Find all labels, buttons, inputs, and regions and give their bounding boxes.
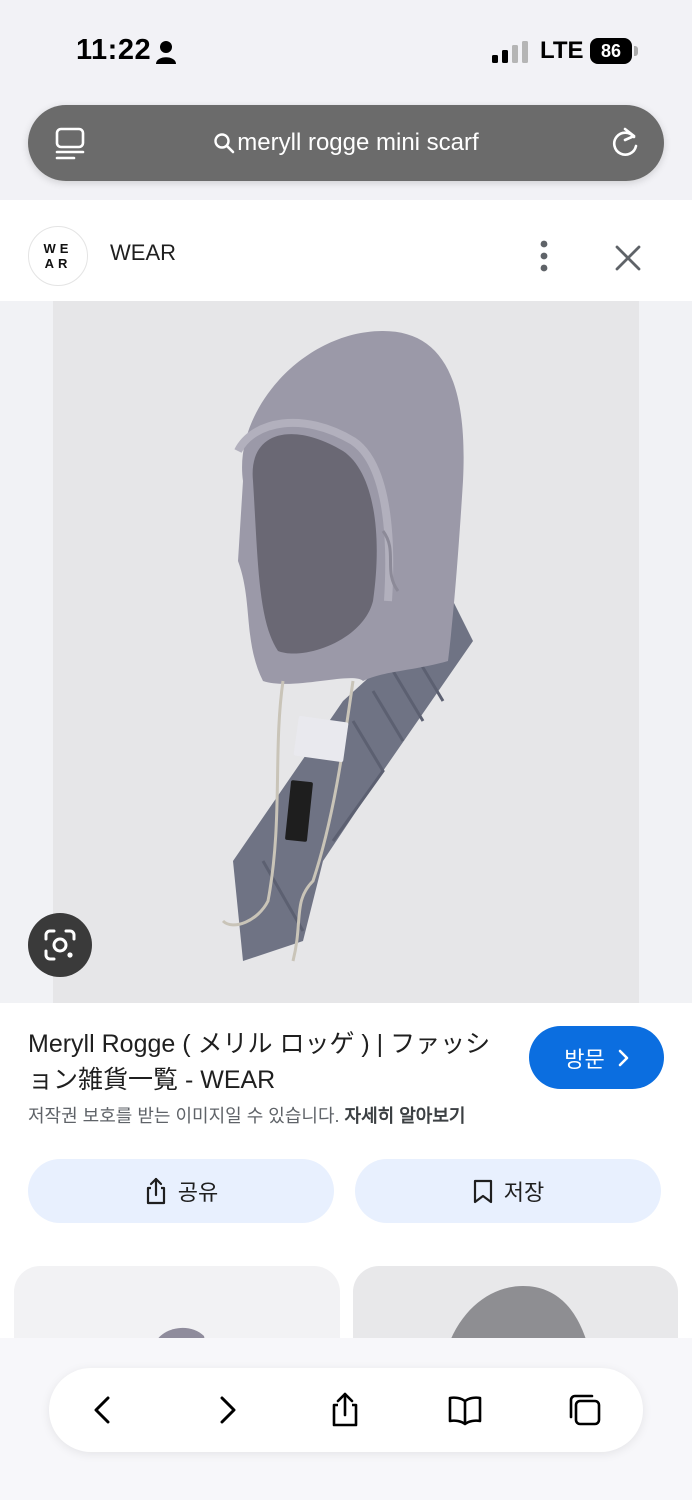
save-button[interactable]: 저장 (355, 1159, 661, 1223)
browser-bottom-area (0, 1338, 692, 1500)
address-bar[interactable]: meryll rogge mini scarf (28, 105, 664, 181)
forward-icon[interactable] (209, 1392, 245, 1428)
related-image-thumbnail (154, 1327, 206, 1346)
more-vert-icon[interactable] (530, 236, 558, 276)
hood-scarf-illustration (221, 331, 473, 962)
battery-level: 86 (590, 38, 632, 64)
google-lens-button[interactable] (28, 913, 92, 977)
tabs-icon[interactable] (567, 1392, 603, 1428)
save-label: 저장 (503, 1180, 545, 1205)
share-icon (146, 1177, 165, 1205)
lens-icon (44, 929, 76, 961)
source-header: WEAR WEAR (0, 200, 692, 301)
chevron-right-icon (618, 1049, 629, 1066)
related-image-card[interactable] (353, 1266, 678, 1346)
source-name[interactable]: WEAR (110, 240, 176, 266)
image-preview-area (0, 301, 692, 1003)
person-icon (156, 41, 176, 64)
network-type: LTE (540, 37, 584, 64)
status-time: 11:22 (76, 34, 152, 66)
copyright-text: 저작권 보호를 받는 이미지일 수 있습니다. (28, 1106, 340, 1126)
source-logo: WEAR (28, 226, 88, 286)
related-image-thumbnail (448, 1286, 588, 1346)
related-image-card[interactable] (14, 1266, 340, 1346)
share-icon[interactable] (327, 1392, 363, 1428)
url-bar-container: meryll rogge mini scarf (0, 100, 692, 200)
battery-icon: 86 (590, 38, 638, 64)
share-button[interactable]: 공유 (28, 1159, 334, 1223)
search-icon (214, 133, 235, 154)
search-query[interactable]: meryll rogge mini scarf (237, 129, 478, 157)
result-title[interactable]: Meryll Rogge ( メリル ロッゲ ) | ファッション雑貨一覧 - … (28, 1026, 498, 1098)
source-logo-text: WEAR (43, 241, 73, 271)
visit-button[interactable]: 방문 (529, 1026, 664, 1089)
bookmark-icon (473, 1179, 492, 1204)
back-icon[interactable] (85, 1392, 121, 1428)
copyright-notice: 저작권 보호를 받는 이미지일 수 있습니다. 자세히 알아보기 (28, 1102, 465, 1128)
close-icon[interactable] (610, 240, 646, 276)
visit-label: 방문 (564, 1046, 605, 1072)
reload-icon[interactable] (610, 127, 640, 159)
url-text-wrapper[interactable]: meryll rogge mini scarf (28, 105, 664, 181)
learn-more-link[interactable]: 자세히 알아보기 (345, 1106, 466, 1126)
product-image[interactable] (53, 301, 639, 1003)
status-bar: 11:22 LTE 86 (0, 0, 692, 100)
book-icon[interactable] (447, 1392, 483, 1428)
share-label: 공유 (177, 1180, 219, 1205)
signal-icon (492, 41, 528, 63)
browser-toolbar (49, 1368, 643, 1452)
